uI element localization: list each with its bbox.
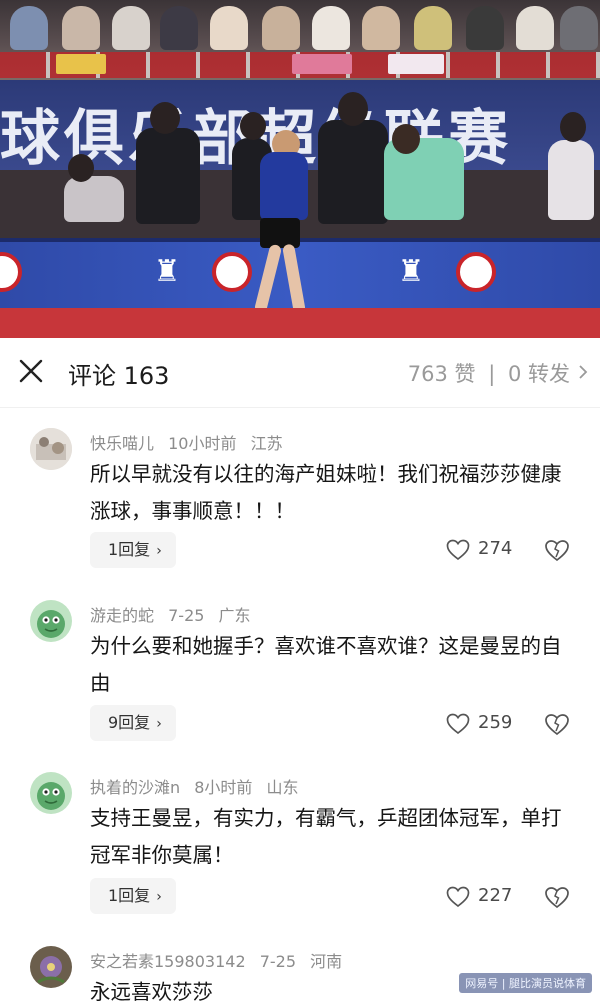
comment-meta: 快乐喵儿 10小时前 江苏 <box>90 430 292 454</box>
seated-figure <box>64 176 124 222</box>
fan-sign <box>56 54 106 74</box>
ad-logo-mark: ♜ <box>153 254 181 289</box>
reply-label: 9回复 <box>108 713 151 732</box>
watermark: 网易号 | 腿比演员说体育 <box>459 973 592 993</box>
shares-count: 0 转发 <box>507 362 570 386</box>
like-count: 227 <box>478 885 513 906</box>
avatar-image <box>30 428 72 470</box>
snake-avatar-image <box>30 772 72 814</box>
spectator <box>262 6 300 50</box>
reply-label: 1回复 <box>108 886 151 905</box>
reply-label: 1回复 <box>108 540 151 559</box>
comment-location: 江苏 <box>250 434 283 453</box>
comment-user[interactable]: 快乐喵儿 <box>90 434 154 453</box>
broken-heart-icon[interactable] <box>544 538 570 564</box>
comment-time: 7-25 <box>168 606 205 625</box>
chevron-right-small-icon: › <box>156 543 162 559</box>
fan-sign <box>292 54 352 74</box>
comment-location: 山东 <box>266 778 299 797</box>
spectator <box>62 6 100 50</box>
like-button[interactable]: 274 <box>446 536 516 564</box>
reply-button[interactable]: 9回复 › <box>90 705 176 741</box>
close-icon[interactable] <box>18 358 44 384</box>
like-button[interactable]: 259 <box>446 710 516 738</box>
like-count: 274 <box>478 538 513 559</box>
comment-meta: 执着的沙滩n 8小时前 山东 <box>90 774 308 798</box>
chevron-right-small-icon: › <box>156 716 162 732</box>
comment-location: 广东 <box>218 606 251 625</box>
comment-item: 游走的蛇 7-25 广东 为什么要和她握手？喜欢谁不喜欢谁？这是曼昱的自由 9回… <box>0 600 600 750</box>
likes-count: 763 赞 <box>407 362 476 386</box>
comment-time: 7-25 <box>259 952 297 971</box>
photographer-figure <box>548 140 594 220</box>
chevron-right-small-icon: › <box>156 889 162 905</box>
spectator <box>560 6 598 50</box>
spectator <box>112 6 150 50</box>
avatar[interactable] <box>30 772 72 814</box>
ad-logo-circle <box>212 252 252 292</box>
comment-user[interactable]: 安之若素159803142 <box>90 952 246 971</box>
court-floor <box>0 308 600 338</box>
spectator <box>414 6 452 50</box>
comment-meta: 游走的蛇 7-25 广东 <box>90 602 260 626</box>
avatar[interactable] <box>30 600 72 642</box>
snake-avatar-image <box>30 600 72 642</box>
ad-logo-circle <box>456 252 496 292</box>
reply-button[interactable]: 1回复 › <box>90 878 176 914</box>
flower-avatar-image <box>30 946 72 988</box>
spectator <box>312 6 350 50</box>
comment-text: 为什么要和她握手？喜欢谁不喜欢谁？这是曼昱的自由 <box>90 634 562 695</box>
comment-time: 8小时前 <box>194 778 253 797</box>
official-head <box>150 102 180 134</box>
ad-logo-mark: ♜ <box>397 254 425 289</box>
spectator <box>466 6 504 50</box>
spectator <box>362 6 400 50</box>
chevron-right-icon[interactable] <box>578 364 588 380</box>
broken-heart-icon[interactable] <box>544 712 570 738</box>
reply-button[interactable]: 1回复 › <box>90 532 176 568</box>
comment-time: 10小时前 <box>168 434 237 453</box>
video-frame[interactable]: 球俱乐部超级联赛 ♜ ♜ <box>0 0 600 338</box>
like-count: 259 <box>478 712 513 733</box>
spectator <box>210 6 248 50</box>
comment-location: 河南 <box>310 952 343 971</box>
heart-icon <box>446 886 470 908</box>
seated-head <box>68 154 94 182</box>
comment-text: 所以早就没有以往的海产姐妹啦！我们祝福莎莎健康涨球，事事顺意！！！ <box>90 462 562 523</box>
stats-separator: | <box>488 362 496 386</box>
fan-sign <box>388 54 444 74</box>
coach-head <box>338 92 368 126</box>
coach-head <box>392 124 420 154</box>
broken-heart-icon[interactable] <box>544 885 570 911</box>
comment-user[interactable]: 执着的沙滩n <box>90 778 180 797</box>
crowd-area <box>0 0 600 80</box>
heart-icon <box>446 713 470 735</box>
official-head <box>240 112 266 140</box>
like-button[interactable]: 227 <box>446 883 516 911</box>
comment-item: 快乐喵儿 10小时前 江苏 所以早就没有以往的海产姐妹啦！我们祝福莎莎健康涨球，… <box>0 428 600 578</box>
comment-meta: 安之若素159803142 7-25 河南 <box>90 948 351 972</box>
heart-icon <box>446 539 470 561</box>
comments-title: 评论 163 <box>68 362 170 390</box>
official-figure <box>136 128 200 224</box>
comment-item: 执着的沙滩n 8小时前 山东 支持王曼昱，有实力，有霸气，乒超团体冠军，单打冠军… <box>0 772 600 922</box>
header-stats[interactable]: 763 赞 | 0 转发 <box>408 358 570 388</box>
avatar[interactable] <box>30 428 72 470</box>
player-shirt <box>260 152 308 220</box>
comment-text: 支持王曼昱，有实力，有霸气，乒超团体冠军，单打冠军非你莫属！ <box>90 806 562 867</box>
coach-figure <box>318 120 388 224</box>
spectator <box>516 6 554 50</box>
comments-header: 评论 163 763 赞 | 0 转发 <box>0 338 600 408</box>
player-shorts <box>260 218 300 248</box>
photographer-head <box>560 112 586 142</box>
avatar[interactable] <box>30 946 72 988</box>
comment-user[interactable]: 游走的蛇 <box>90 606 154 625</box>
spectator <box>10 6 48 50</box>
spectator <box>160 6 198 50</box>
